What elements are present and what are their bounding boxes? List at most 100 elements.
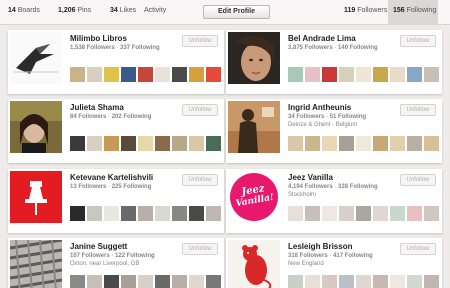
user-avatar[interactable] — [10, 32, 62, 84]
pin-thumbnail[interactable] — [70, 136, 85, 151]
user-name[interactable]: Lesleigh Brisson — [288, 242, 352, 251]
pin-thumbnail[interactable] — [121, 136, 136, 151]
pin-thumbnail[interactable] — [138, 67, 153, 82]
edit-profile-button[interactable]: Edit Profile — [203, 5, 270, 19]
pin-thumbnail[interactable] — [138, 275, 153, 288]
pin-thumbnail[interactable] — [339, 206, 354, 221]
pin-thumbnail[interactable] — [155, 67, 170, 82]
user-name[interactable]: Julieta Shama — [70, 103, 124, 112]
user-avatar[interactable]: Jeez Vanilla! — [228, 171, 280, 223]
pin-thumbnail[interactable] — [390, 206, 405, 221]
unfollow-button[interactable]: Unfollow — [182, 174, 218, 186]
user-avatar[interactable] — [228, 32, 280, 84]
pin-thumbnail[interactable] — [121, 275, 136, 288]
pin-thumbnail[interactable] — [407, 136, 422, 151]
user-avatar[interactable] — [10, 101, 62, 153]
pin-thumbnail[interactable] — [206, 136, 221, 151]
following-tab[interactable]: 156 Following — [388, 0, 438, 24]
pin-thumbnail[interactable] — [305, 206, 320, 221]
user-name[interactable]: Janine Suggett — [70, 242, 127, 251]
pin-thumbnail[interactable] — [322, 275, 337, 288]
user-name[interactable]: Bel Andrade Lima — [288, 34, 356, 43]
pin-thumbnail[interactable] — [87, 136, 102, 151]
pin-thumbnail[interactable] — [339, 136, 354, 151]
pin-thumbnail[interactable] — [121, 67, 136, 82]
pin-thumbnail[interactable] — [206, 67, 221, 82]
user-card[interactable]: Janine Suggett 107 Followers · 122 Follo… — [8, 238, 224, 288]
pin-thumbnail[interactable] — [87, 67, 102, 82]
pin-thumbnail[interactable] — [322, 136, 337, 151]
pin-thumbnail[interactable] — [373, 67, 388, 82]
pin-thumbnail[interactable] — [70, 206, 85, 221]
activity-link[interactable]: Activity — [144, 7, 166, 14]
pin-thumbnail[interactable] — [104, 206, 119, 221]
user-card[interactable]: Lesleigh Brisson 318 Followers · 417 Fol… — [226, 238, 442, 288]
pin-thumbnail[interactable] — [407, 206, 422, 221]
user-name[interactable]: Ingrid Antheunis — [288, 103, 351, 112]
pin-thumbnail[interactable] — [138, 206, 153, 221]
pin-thumbnail[interactable] — [356, 275, 371, 288]
pin-thumbnail[interactable] — [189, 206, 204, 221]
user-avatar[interactable] — [228, 101, 280, 153]
pin-thumbnail[interactable] — [390, 136, 405, 151]
followers-tab[interactable]: 119 Followers — [344, 7, 387, 14]
pin-thumbnail[interactable] — [172, 206, 187, 221]
pin-thumbnail[interactable] — [155, 275, 170, 288]
likes-link[interactable]: 34 Likes — [110, 7, 136, 14]
unfollow-button[interactable]: Unfollow — [400, 35, 436, 47]
pin-thumbnail[interactable] — [87, 275, 102, 288]
pin-thumbnail[interactable] — [104, 275, 119, 288]
pin-thumbnail[interactable] — [155, 136, 170, 151]
unfollow-button[interactable]: Unfollow — [182, 243, 218, 255]
pin-thumbnail[interactable] — [322, 67, 337, 82]
pin-thumbnail[interactable] — [373, 275, 388, 288]
pin-thumbnail[interactable] — [305, 275, 320, 288]
user-avatar[interactable] — [10, 240, 62, 288]
pin-thumbnail[interactable] — [373, 136, 388, 151]
pin-thumbnail[interactable] — [339, 275, 354, 288]
pin-thumbnail[interactable] — [104, 67, 119, 82]
pin-thumbnail[interactable] — [339, 67, 354, 82]
pin-thumbnail[interactable] — [138, 136, 153, 151]
pin-thumbnail[interactable] — [288, 67, 303, 82]
unfollow-button[interactable]: Unfollow — [182, 104, 218, 116]
unfollow-button[interactable]: Unfollow — [400, 174, 436, 186]
pin-thumbnail[interactable] — [121, 206, 136, 221]
pin-thumbnail[interactable] — [322, 206, 337, 221]
unfollow-button[interactable]: Unfollow — [182, 35, 218, 47]
user-card[interactable]: Milimbo Libros 1,538 Followers · 337 Fol… — [8, 30, 224, 94]
unfollow-button[interactable]: Unfollow — [400, 104, 436, 116]
user-name[interactable]: Jeez Vanilla — [288, 173, 333, 182]
pin-thumbnail[interactable] — [356, 67, 371, 82]
pin-thumbnail[interactable] — [189, 67, 204, 82]
pin-thumbnail[interactable] — [305, 136, 320, 151]
pin-thumbnail[interactable] — [288, 275, 303, 288]
pin-thumbnail[interactable] — [288, 206, 303, 221]
unfollow-button[interactable]: Unfollow — [400, 243, 436, 255]
boards-link[interactable]: 14 Boards — [8, 7, 40, 14]
user-card[interactable]: Bel Andrade Lima 3,875 Followers · 140 F… — [226, 30, 442, 94]
pin-thumbnail[interactable] — [172, 67, 187, 82]
pin-thumbnail[interactable] — [288, 136, 303, 151]
user-card[interactable]: Ketevane Kartelishvili 13 Followers · 22… — [8, 169, 224, 233]
pin-thumbnail[interactable] — [390, 67, 405, 82]
pin-thumbnail[interactable] — [189, 136, 204, 151]
user-name[interactable]: Ketevane Kartelishvili — [70, 173, 153, 182]
pin-thumbnail[interactable] — [424, 275, 439, 288]
pin-thumbnail[interactable] — [424, 136, 439, 151]
pin-thumbnail[interactable] — [424, 67, 439, 82]
pin-thumbnail[interactable] — [155, 206, 170, 221]
pin-thumbnail[interactable] — [70, 67, 85, 82]
user-avatar[interactable] — [228, 240, 280, 288]
user-card[interactable]: Ingrid Antheunis 34 Followers · 51 Follo… — [226, 99, 442, 163]
pin-thumbnail[interactable] — [87, 206, 102, 221]
user-card[interactable]: Jeez Vanilla! Jeez Vanilla 4,194 Followe… — [226, 169, 442, 233]
pin-thumbnail[interactable] — [373, 206, 388, 221]
pin-thumbnail[interactable] — [104, 136, 119, 151]
pin-thumbnail[interactable] — [305, 67, 320, 82]
pin-thumbnail[interactable] — [206, 206, 221, 221]
pin-thumbnail[interactable] — [189, 275, 204, 288]
pin-thumbnail[interactable] — [70, 275, 85, 288]
pin-thumbnail[interactable] — [172, 275, 187, 288]
user-avatar[interactable] — [10, 171, 62, 223]
